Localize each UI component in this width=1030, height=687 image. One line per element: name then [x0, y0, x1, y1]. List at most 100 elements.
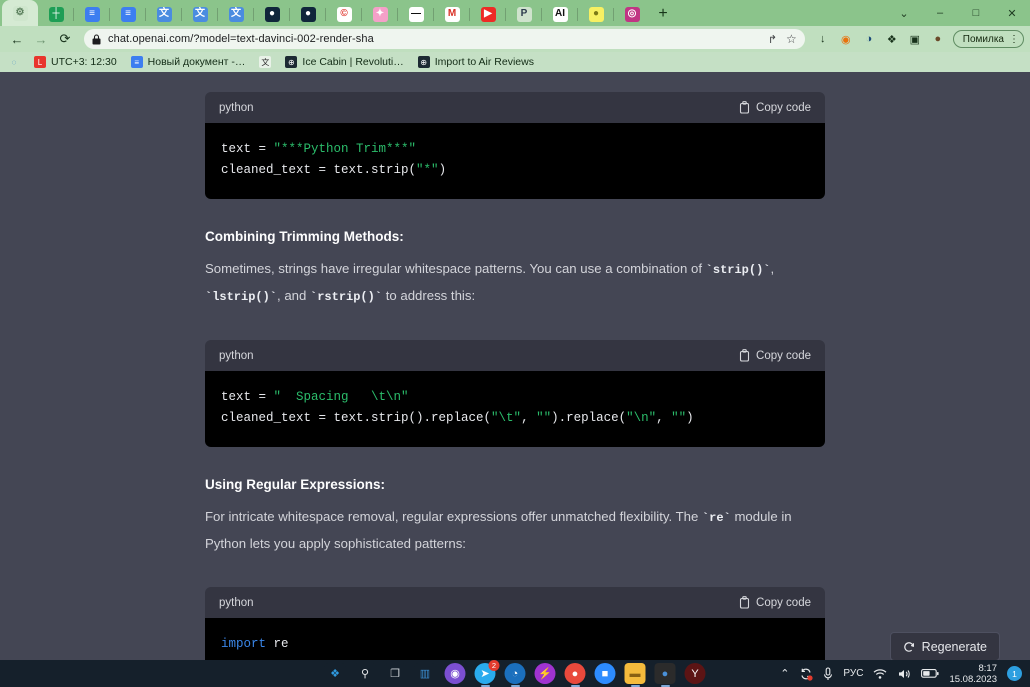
notification-badge[interactable]: 1 [1007, 666, 1022, 681]
start-button[interactable]: ❖ [324, 663, 346, 684]
system-tray: ⌃ РУС 8:17 15.08.2023 1 [780, 663, 1030, 685]
new-tab-button[interactable]: + [650, 2, 676, 26]
tab-gmail[interactable]: M [434, 2, 470, 26]
tab-copyright[interactable]: © [326, 2, 362, 26]
tab-snapchat[interactable]: ● [578, 2, 614, 26]
download-icon[interactable]: ↓ [813, 29, 833, 49]
taskbar-app-viber[interactable]: ◉ [444, 663, 466, 684]
maximize-button[interactable]: □ [958, 0, 994, 26]
code-block: python Copy code text = "***Python Trim*… [205, 92, 825, 199]
chat-thread: python Copy code text = "***Python Trim*… [205, 72, 825, 660]
taskbar-app-chrome-1[interactable]: ● [564, 663, 586, 687]
browser-window: ⚙ ┼ ≡ ≡ 文文文 ● ● © ✦ — M ▶ P AI ● ◎ + ⌄ – □ ✕ ← → ⟳ chat… [0, 0, 1030, 660]
bookmark-new-document[interactable]: ≡ Новый документ -… [130, 56, 245, 68]
taskbar-app-zoom[interactable]: ■ [594, 663, 616, 684]
tab-youtube[interactable]: ▶ [470, 2, 506, 26]
bookmark-star-icon[interactable]: ☆ [786, 32, 797, 46]
taskbar-app-messenger[interactable]: ⚡ [534, 663, 556, 684]
tab-strip: ⚙ ┼ ≡ ≡ 文 文 文 ● ● © ✦ — M ▶ P AI ● ◎ + ⌄ – □ ✕ [0, 0, 1030, 26]
search-icon: ⚲ [360, 668, 370, 680]
minimize-button[interactable]: – [922, 0, 958, 26]
taskbar-app-telegram[interactable]: ➤ 2 [474, 660, 500, 687]
battery-icon[interactable] [921, 668, 940, 679]
task-view-button[interactable]: ❐ [384, 663, 406, 684]
copy-code-label: Copy code [756, 101, 811, 114]
taskbar-app-file-explorer[interactable]: ▬ [624, 663, 646, 687]
bookmark-translate[interactable]: 文 [259, 56, 272, 68]
tab-chatgpt-1[interactable]: ● [254, 2, 290, 26]
share-icon[interactable]: ↱ [768, 33, 777, 46]
clock[interactable]: 8:17 15.08.2023 [949, 663, 997, 685]
bookmark-loading[interactable]: ◌ [8, 56, 20, 68]
sheets-icon: ┼ [48, 6, 64, 22]
extensions-puzzle-icon[interactable]: ❖ [882, 29, 902, 49]
tab-translate-2[interactable]: 文 [182, 2, 218, 26]
docs-icon: ≡ [84, 6, 100, 22]
taskbar-app-yandex[interactable]: Y [684, 663, 706, 684]
tab-translate-1[interactable]: 文 [146, 2, 182, 26]
sync-icon[interactable] [799, 667, 814, 681]
widgets-button[interactable]: ▥ [414, 663, 436, 684]
clock-time: 8:17 [978, 662, 998, 674]
copy-code-button[interactable]: Copy code [739, 596, 811, 609]
tab-google-docs-2[interactable]: ≡ [110, 2, 146, 26]
paragraph-text: , [770, 261, 775, 276]
volume-icon[interactable] [897, 668, 911, 680]
refresh-icon [903, 641, 914, 652]
profile-avatar[interactable]: ● [928, 29, 948, 49]
copy-code-button[interactable]: Copy code [739, 349, 811, 362]
close-button[interactable]: ✕ [994, 0, 1030, 26]
language-indicator[interactable]: РУС [843, 668, 863, 679]
regenerate-button[interactable]: Regenerate [889, 632, 1000, 660]
folder-icon: ▬ [629, 667, 641, 680]
search-button[interactable]: ⚲ [354, 663, 376, 684]
forward-button[interactable]: → [30, 28, 52, 50]
firefox-extension-icon[interactable]: ◉ [836, 29, 856, 49]
tab-google-docs-1[interactable]: ≡ [74, 2, 110, 26]
code-language-label: python [219, 101, 254, 114]
telegram-icon: ➤ [480, 668, 490, 680]
inline-code: `re` [701, 511, 731, 525]
chevron-up-icon[interactable]: ⌃ [780, 667, 789, 680]
tab-ai[interactable]: AI [542, 2, 578, 26]
tab-chatgpt-2[interactable]: ● [290, 2, 326, 26]
wifi-icon[interactable] [873, 668, 887, 680]
chatgpt-dark-icon: ● [264, 6, 280, 22]
tab-paypal[interactable]: P [506, 2, 542, 26]
chatgpt-dark-icon: ● [300, 6, 316, 22]
tab-translate-3[interactable]: 文 [218, 2, 254, 26]
docs-icon: ≡ [120, 6, 136, 22]
code-language-label: python [219, 596, 254, 609]
bookmark-utc-clock[interactable]: L UTC+3: 12:30 [34, 56, 117, 68]
profile-pill[interactable]: Помилка ⋮ [952, 30, 1024, 48]
clipboard-icon [739, 101, 750, 114]
copy-code-button[interactable]: Copy code [739, 101, 811, 114]
taskbar-app-edge[interactable]: ◔ [504, 663, 526, 687]
reload-button[interactable]: ⟳ [54, 28, 76, 50]
gmail-icon: M [444, 6, 460, 22]
address-bar[interactable]: chat.openai.com/?model=text-davinci-002-… [84, 29, 805, 49]
tab-instagram[interactable]: ◎ [614, 2, 650, 26]
tab-search-button[interactable]: ⌄ [886, 0, 922, 26]
bookmark-label: Import to Air Reviews [434, 56, 534, 68]
code-block: python Copy code import re [205, 587, 825, 660]
taskbar-app-chrome-2[interactable]: ● [654, 663, 676, 687]
toolbar-extension-icons: ↓ ◉ ◑ ❖ ▣ ● [813, 29, 948, 49]
bookmark-import-air-reviews[interactable]: ⊕ Import to Air Reviews [417, 56, 534, 68]
moon-extension-icon[interactable]: ◑ [859, 29, 879, 49]
sidebar-icon[interactable]: ▣ [905, 29, 925, 49]
tab-sparkle[interactable]: ✦ [362, 2, 398, 26]
bookmark-favicon: ◌ [8, 56, 20, 68]
url-text: chat.openai.com/?model=text-davinci-002-… [108, 33, 374, 45]
tab-google-sheets[interactable]: ┼ [38, 2, 74, 26]
translate-icon: 文 [156, 6, 172, 22]
bookmark-ice-cabin[interactable]: ⊕ Ice Cabin | Revoluti… [285, 56, 404, 68]
microphone-icon[interactable] [823, 666, 833, 681]
back-button[interactable]: ← [6, 28, 28, 50]
tab-bone[interactable]: — [398, 2, 434, 26]
zoom-icon: ■ [601, 667, 609, 680]
copy-code-label: Copy code [756, 349, 811, 362]
tab-settings-gear[interactable]: ⚙ [2, 0, 38, 26]
more-menu-icon[interactable]: ⋮ [1009, 34, 1019, 45]
code-block-body: text = " Spacing \t\n" cleaned_text = te… [205, 371, 825, 447]
